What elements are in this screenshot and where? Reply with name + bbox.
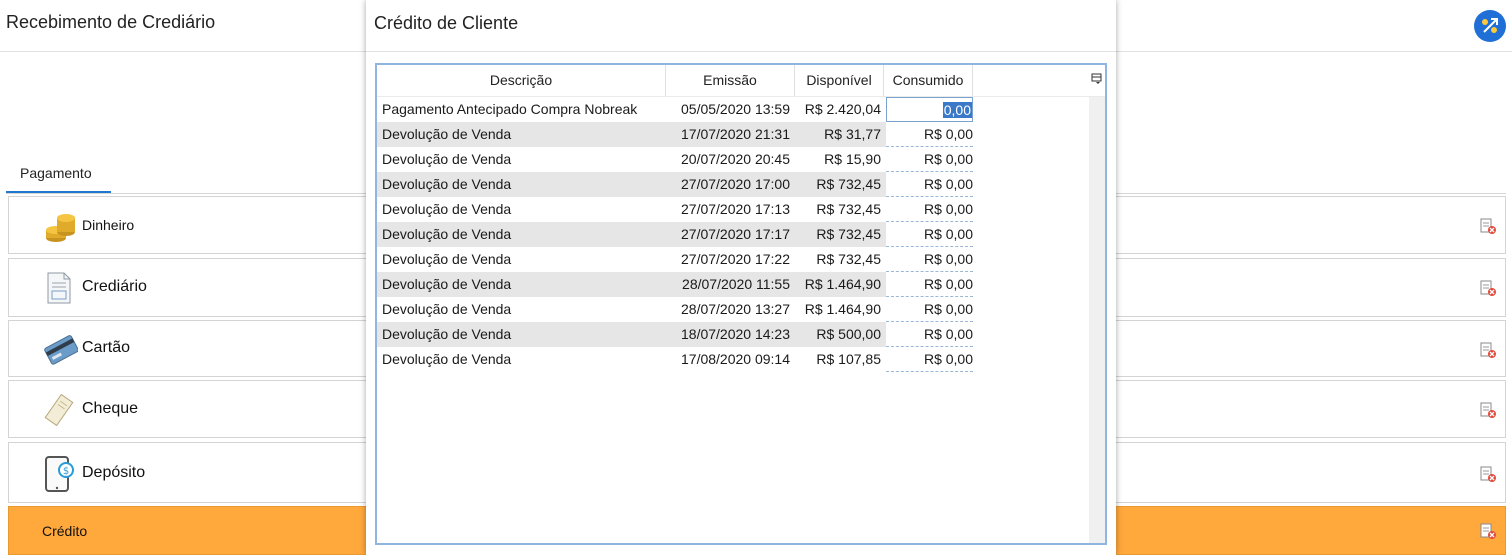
table-row[interactable]: Devolução de Venda 27/07/2020 17:22 R$ 732… <box>377 247 973 272</box>
table-row[interactable]: Devolução de Venda 28/07/2020 13:27 R$ 1.4… <box>377 297 973 322</box>
vertical-scrollbar[interactable] <box>1089 97 1105 543</box>
cell-consumido-value: R$ 0,00 <box>923 251 973 267</box>
grid-header: Descrição Emissão Disponível Consumido <box>377 65 1105 96</box>
table-row[interactable]: Pagamento Antecipado Compra Nobreak 05/05… <box>377 97 973 122</box>
payment-label: Dinheiro <box>82 217 135 233</box>
column-header-consumido[interactable]: Consumido <box>884 65 973 96</box>
cell-descricao: Devolução de Venda <box>382 176 512 192</box>
table-row[interactable]: Devolução de Venda 27/07/2020 17:00 R$ 732… <box>377 172 973 197</box>
window-title: Recebimento de Crediário <box>6 12 216 32</box>
cell-disponivel: R$ 732,45 <box>816 201 881 217</box>
svg-text:$: $ <box>63 466 69 477</box>
table-row[interactable]: Devolução de Venda 27/07/2020 17:13 R$ 732… <box>377 197 973 222</box>
cell-consumido-input[interactable]: R$ 0,00 <box>886 347 973 372</box>
cell-emissao: 20/07/2020 20:45 <box>681 151 790 167</box>
cell-descricao: Devolução de Venda <box>382 351 512 367</box>
delete-icon[interactable] <box>1479 465 1497 483</box>
discount-button[interactable] <box>1474 10 1506 42</box>
cell-disponivel: R$ 732,45 <box>816 176 881 192</box>
cell-consumido-value: 0,00 <box>942 102 972 118</box>
cell-consumido-input[interactable]: R$ 0,00 <box>886 297 973 322</box>
column-header-emissao[interactable]: Emissão <box>666 65 795 96</box>
cheque-icon <box>44 394 74 426</box>
cell-descricao: Devolução de Venda <box>382 251 512 267</box>
table-row[interactable]: Devolução de Venda 20/07/2020 20:45 R$ 15,… <box>377 147 973 172</box>
cell-descricao: Devolução de Venda <box>382 301 512 317</box>
table-row[interactable]: Devolução de Venda 17/08/2020 09:14 R$ 107… <box>377 347 973 372</box>
cell-consumido-input[interactable]: R$ 0,00 <box>886 197 973 222</box>
cell-descricao: Devolução de Venda <box>382 201 512 217</box>
cell-disponivel: R$ 500,00 <box>816 326 881 342</box>
cell-disponivel: R$ 732,45 <box>816 251 881 267</box>
column-header-disponivel[interactable]: Disponível <box>795 65 884 96</box>
cell-disponivel: R$ 15,90 <box>824 151 881 167</box>
cell-consumido-value: R$ 0,00 <box>923 351 973 367</box>
cell-disponivel: R$ 2.420,04 <box>804 101 881 117</box>
tablet-deposit-icon: $ <box>45 456 74 492</box>
cell-emissao: 27/07/2020 17:13 <box>681 201 790 217</box>
cell-emissao: 17/07/2020 21:31 <box>681 126 790 142</box>
document-icon <box>47 272 71 304</box>
cell-consumido-input[interactable]: R$ 0,00 <box>886 247 973 272</box>
payment-label: Crediário <box>82 278 147 295</box>
table-row[interactable]: Devolução de Venda 27/07/2020 17:17 R$ 732… <box>377 222 973 247</box>
credit-card-icon <box>44 335 78 365</box>
delete-icon[interactable] <box>1479 279 1497 297</box>
cell-descricao: Pagamento Antecipado Compra Nobreak <box>382 101 638 117</box>
cell-descricao: Devolução de Venda <box>382 226 512 242</box>
delete-icon[interactable] <box>1479 401 1497 419</box>
cell-emissao: 28/07/2020 11:55 <box>682 276 790 292</box>
table-row[interactable]: Devolução de Venda 17/07/2020 21:31 R$ 31,… <box>377 122 973 147</box>
percent-arrow-icon <box>1482 18 1498 33</box>
cell-consumido-value: R$ 0,00 <box>923 226 973 242</box>
cell-consumido-value: R$ 0,00 <box>923 176 973 192</box>
table-row[interactable]: Devolução de Venda 18/07/2020 14:23 R$ 500… <box>377 322 973 347</box>
delete-icon[interactable] <box>1479 522 1497 540</box>
credit-grid[interactable]: Descrição Emissão Disponível Consumido P… <box>375 63 1107 545</box>
column-header-descricao[interactable]: Descrição <box>377 65 666 96</box>
dialog-title: Crédito de Cliente <box>374 13 519 33</box>
coins-icon <box>46 214 75 242</box>
cell-consumido-value: R$ 0,00 <box>923 326 973 342</box>
cell-descricao: Devolução de Venda <box>382 276 512 292</box>
payment-label: Depósito <box>82 464 146 481</box>
cell-consumido-input[interactable]: R$ 0,00 <box>886 222 973 247</box>
cell-emissao: 27/07/2020 17:22 <box>681 251 790 267</box>
column-chooser-icon[interactable] <box>1091 73 1103 85</box>
cell-consumido-value: R$ 0,00 <box>923 276 973 292</box>
payment-label: Cartão <box>82 339 131 356</box>
cell-consumido-input[interactable]: 0,00 <box>886 97 973 122</box>
cell-consumido-input[interactable]: R$ 0,00 <box>886 172 973 197</box>
cell-disponivel: R$ 1.464,90 <box>804 276 881 292</box>
cell-consumido-input[interactable]: R$ 0,00 <box>886 272 973 297</box>
payment-label: Crédito <box>42 523 88 539</box>
cell-emissao: 27/07/2020 17:00 <box>681 176 790 192</box>
cell-disponivel: R$ 1.464,90 <box>804 301 881 317</box>
cell-consumido-input[interactable]: R$ 0,00 <box>886 322 973 347</box>
cell-disponivel: R$ 107,85 <box>816 351 881 367</box>
cell-consumido-value: R$ 0,00 <box>923 126 973 142</box>
cell-consumido-value: R$ 0,00 <box>923 201 973 217</box>
cell-emissao: 28/07/2020 13:27 <box>681 301 790 317</box>
cell-disponivel: R$ 732,45 <box>816 226 881 242</box>
table-row[interactable]: Devolução de Venda 28/07/2020 11:55 R$ 1.4… <box>377 272 973 297</box>
delete-icon[interactable] <box>1479 341 1497 359</box>
cell-consumido-input[interactable]: R$ 0,00 <box>886 147 973 172</box>
cell-consumido-value: R$ 0,00 <box>923 151 973 167</box>
cell-emissao: 27/07/2020 17:17 <box>681 226 790 242</box>
cell-descricao: Devolução de Venda <box>382 151 512 167</box>
delete-icon[interactable] <box>1479 217 1497 235</box>
cell-consumido-value: R$ 0,00 <box>923 301 973 317</box>
cell-emissao: 05/05/2020 13:59 <box>681 101 790 117</box>
cell-consumido-input[interactable]: R$ 0,00 <box>886 122 973 147</box>
payment-label: Cheque <box>82 400 139 417</box>
cell-descricao: Devolução de Venda <box>382 326 512 342</box>
cell-emissao: 17/08/2020 09:14 <box>681 351 790 367</box>
cell-descricao: Devolução de Venda <box>382 126 512 142</box>
cell-emissao: 18/07/2020 14:23 <box>681 326 790 342</box>
tab-pagamento[interactable]: Pagamento <box>20 165 92 181</box>
credit-dialog: Crédito de Cliente Descrição Emissão Dis… <box>366 0 1116 555</box>
cell-disponivel: R$ 31,77 <box>824 126 881 142</box>
dialog-header-divider <box>366 51 1116 52</box>
